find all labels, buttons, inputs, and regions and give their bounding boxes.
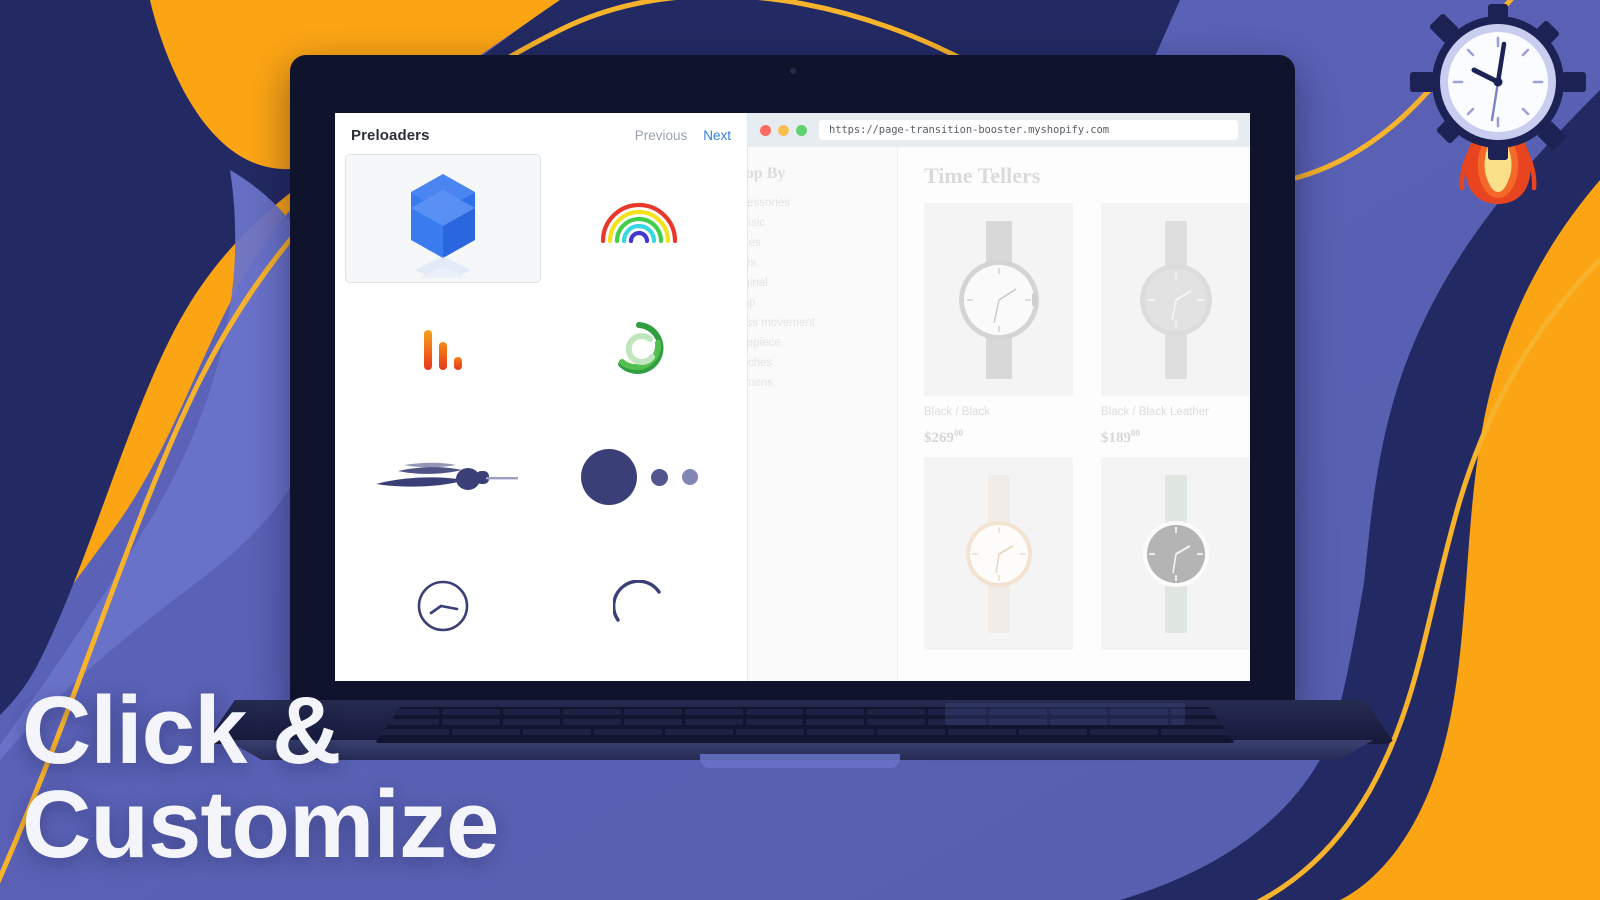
- minimize-icon[interactable]: [778, 124, 789, 136]
- product-price: $26900: [924, 428, 1073, 447]
- product-image: [1101, 203, 1250, 396]
- laptop-lid: Preloaders Previous Next https://page-tr…: [290, 55, 1295, 705]
- headline-line-1: Click &: [22, 676, 341, 784]
- arc-spinner-icon: [612, 579, 665, 632]
- panel-header: Preloaders Previous Next: [335, 113, 747, 154]
- browser-chrome: https://page-transition-booster.myshopif…: [748, 113, 1250, 147]
- shop-sidebar: Shop By Accessories Classic Series Mens …: [748, 147, 898, 681]
- url-text: https://page-transition-booster.myshopif…: [829, 124, 1109, 136]
- sidebar-item-swiss-movement[interactable]: Swiss movement: [748, 313, 897, 333]
- bars-icon: [424, 326, 462, 370]
- laptop-trackpad: [945, 703, 1185, 725]
- product-image: [924, 203, 1073, 396]
- page-title: Preloaders: [351, 127, 430, 144]
- preloader-option-speed-dash[interactable]: [345, 413, 541, 542]
- window-controls: [760, 124, 807, 136]
- shop-preview: https://page-transition-booster.myshopif…: [748, 113, 1250, 681]
- watch-icon: [965, 474, 1032, 633]
- laptop-screen: Preloaders Previous Next https://page-tr…: [335, 113, 1250, 681]
- price-cents: 00: [954, 428, 963, 438]
- preloader-option-arc-spinner[interactable]: [541, 542, 737, 671]
- product-price: $18900: [1101, 428, 1250, 447]
- product-name: Black / Black: [924, 406, 990, 418]
- rainbow-icon: [597, 195, 681, 243]
- sidebar-item-accessories[interactable]: Accessories: [748, 193, 897, 213]
- preloader-option-three-dots[interactable]: [541, 413, 737, 542]
- cube-preloader-overlay: [1243, 437, 1250, 557]
- speed-dash-icon: [368, 452, 520, 502]
- product-card[interactable]: Black / Black $26900: [924, 203, 1073, 447]
- product-card[interactable]: [1101, 457, 1250, 660]
- preloader-option-bars[interactable]: [345, 283, 541, 412]
- previous-button[interactable]: Previous: [635, 128, 688, 143]
- close-icon[interactable]: [760, 124, 771, 136]
- product-grid: Black / Black $26900 Black / Black Leath…: [924, 203, 1250, 660]
- watch-icon: [958, 220, 1039, 379]
- shop-by-heading: Shop By: [748, 165, 786, 182]
- address-bar[interactable]: https://page-transition-booster.myshopif…: [819, 120, 1238, 140]
- green-circle-spinner-icon: [610, 319, 668, 377]
- collection-heading: Time Tellers: [924, 163, 1041, 188]
- sidebar-item-womens[interactable]: Womens: [748, 373, 897, 393]
- product-card[interactable]: Black / Black Leather $18900: [1101, 203, 1250, 447]
- panel-pagination: Previous Next: [635, 128, 731, 143]
- maximize-icon[interactable]: [796, 124, 807, 136]
- clock-face-icon: [1440, 24, 1556, 140]
- preloader-option-rainbow[interactable]: [541, 154, 737, 283]
- shop-main: Time Tellers Black / Black $26900 Black …: [898, 147, 1250, 681]
- product-image: [1101, 457, 1250, 650]
- preloader-option-green-spinner[interactable]: [541, 283, 737, 412]
- watch-icon: [1142, 474, 1209, 633]
- product-image: [924, 457, 1073, 650]
- headline: Click & Customize: [22, 676, 499, 878]
- preloader-option-clock-spinner[interactable]: [345, 542, 541, 671]
- preloaders-panel: Preloaders Previous Next: [335, 113, 748, 681]
- sidebar-item-original[interactable]: Original: [748, 273, 897, 293]
- sidebar-item-watches[interactable]: Watches: [748, 353, 897, 373]
- next-button[interactable]: Next: [703, 128, 731, 143]
- laptop-base-notch: [700, 754, 900, 768]
- shop-page: Shop By Accessories Classic Series Mens …: [748, 147, 1250, 681]
- watch-icon: [1139, 220, 1212, 379]
- preloader-option-cube[interactable]: [345, 154, 541, 290]
- sidebar-item-classic[interactable]: Classic: [748, 213, 897, 233]
- laptop-camera: [789, 68, 796, 74]
- preloader-grid: [335, 154, 747, 681]
- cube-icon: [395, 160, 491, 290]
- sidebar-item-timepiece[interactable]: Timepiece: [748, 333, 897, 353]
- price-amount: $269: [924, 430, 954, 446]
- headline-line-2: Customize: [22, 770, 499, 878]
- clock-spinner-icon: [415, 578, 471, 634]
- sidebar-item-strap[interactable]: Strap: [748, 293, 897, 313]
- sidebar-item-mens[interactable]: Mens: [748, 253, 897, 273]
- product-card[interactable]: [924, 457, 1073, 660]
- product-name: Black / Black Leather: [1101, 406, 1210, 418]
- three-dots-icon: [580, 449, 698, 506]
- price-amount: $189: [1101, 430, 1131, 446]
- price-cents: 00: [1131, 428, 1140, 438]
- clock-rocket-logo: [1408, 4, 1588, 209]
- sidebar-item-series[interactable]: Series: [748, 233, 897, 253]
